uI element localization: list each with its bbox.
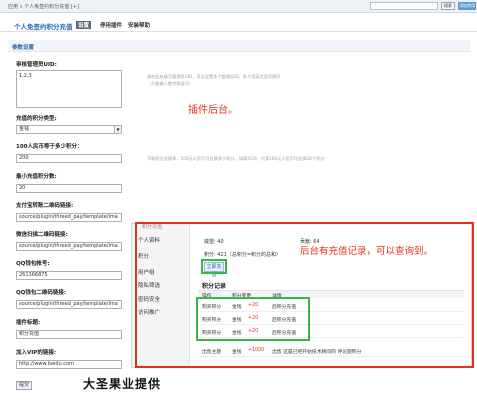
alipay-qr-label: 支付宝转账二维码链接: — [16, 203, 74, 209]
tab-install-help[interactable]: 安装帮助 — [128, 21, 150, 29]
plugin-title-label: 插件标题: — [16, 320, 41, 326]
page-title: 个人免签约积分充值 — [14, 23, 73, 31]
qq-qr-label: QQ钱包二维码链接: — [16, 290, 67, 296]
credit-type-select[interactable]: 金钱 ▼ — [16, 125, 122, 134]
wechat-qr-label: 微信扫描二维码链接: — [16, 232, 68, 238]
qq-account-input[interactable]: 261366875 — [16, 271, 122, 280]
uid-label: 审核管理员UID: — [16, 62, 57, 68]
plugin-title-input[interactable]: 积分充值 — [16, 330, 122, 339]
add-favorite-button[interactable]: 添加常用 — [458, 2, 476, 10]
backend-records-note: 后台有充值记录，可以查询到。 — [300, 246, 434, 257]
breadcrumb[interactable]: 应用 » 个人免签约积分充值 [+] — [8, 3, 79, 10]
min-credit-label: 最小充值积分数: — [16, 174, 57, 180]
rate-input[interactable]: 200 — [16, 154, 122, 163]
top-search-input[interactable] — [370, 2, 438, 10]
credit-type-value: 金钱 — [19, 126, 30, 132]
vip-link-label: 加入VIP的链接: — [16, 350, 57, 356]
uid-textarea[interactable]: 1,2,3 — [16, 70, 122, 108]
uid-hint: 请在此处填写管理员UID，可以设置多个管理员ID，多个用英文逗号隔开 — [147, 74, 281, 79]
uid-hint-2: （只能输入数字和逗号） — [147, 81, 194, 86]
credit-type-label: 充值的积分类型: — [16, 116, 57, 122]
plugin-backend-note: 插件后台。 — [188, 105, 238, 116]
min-credit-input[interactable]: 20 — [16, 184, 122, 193]
chevron-down-icon: ▼ — [114, 126, 121, 133]
top-search-button[interactable]: 搜索 — [441, 2, 455, 10]
section-header: 参数设置 — [8, 40, 470, 52]
tab-disable-plugin[interactable]: 停用插件 — [100, 21, 122, 29]
alipay-qr-input[interactable]: source/plugin/threed_pay/template/ima — [16, 213, 122, 222]
qq-qr-input[interactable]: source/plugin/threed_pay/template/ima — [16, 300, 122, 309]
rate-hint: 不能积分兑换率，100元人民币可兑换多少积分，如填写20，代表100元人民币可兑… — [147, 156, 325, 161]
provider-caption: 大圣果业提供 — [83, 377, 162, 391]
rate-label: 100人民币等于多少积分： — [16, 144, 83, 150]
page-header: 个人免签约积分充值 设置 停用插件 安装帮助 — [0, 17, 477, 32]
top-bar: 应用 » 个人免签约积分充值 [+] 搜索 添加常用 — [0, 0, 477, 13]
vip-link-input[interactable]: http://www.baidu.com — [16, 360, 122, 369]
qq-account-label: QQ钱包帐号: — [16, 261, 50, 267]
section-title: 参数设置 — [12, 45, 35, 51]
wechat-qr-input[interactable]: source/plugin/threed_pay/template/ima — [16, 242, 122, 251]
submit-button[interactable]: 提交 — [16, 381, 32, 390]
tab-settings[interactable]: 设置 — [76, 21, 92, 29]
